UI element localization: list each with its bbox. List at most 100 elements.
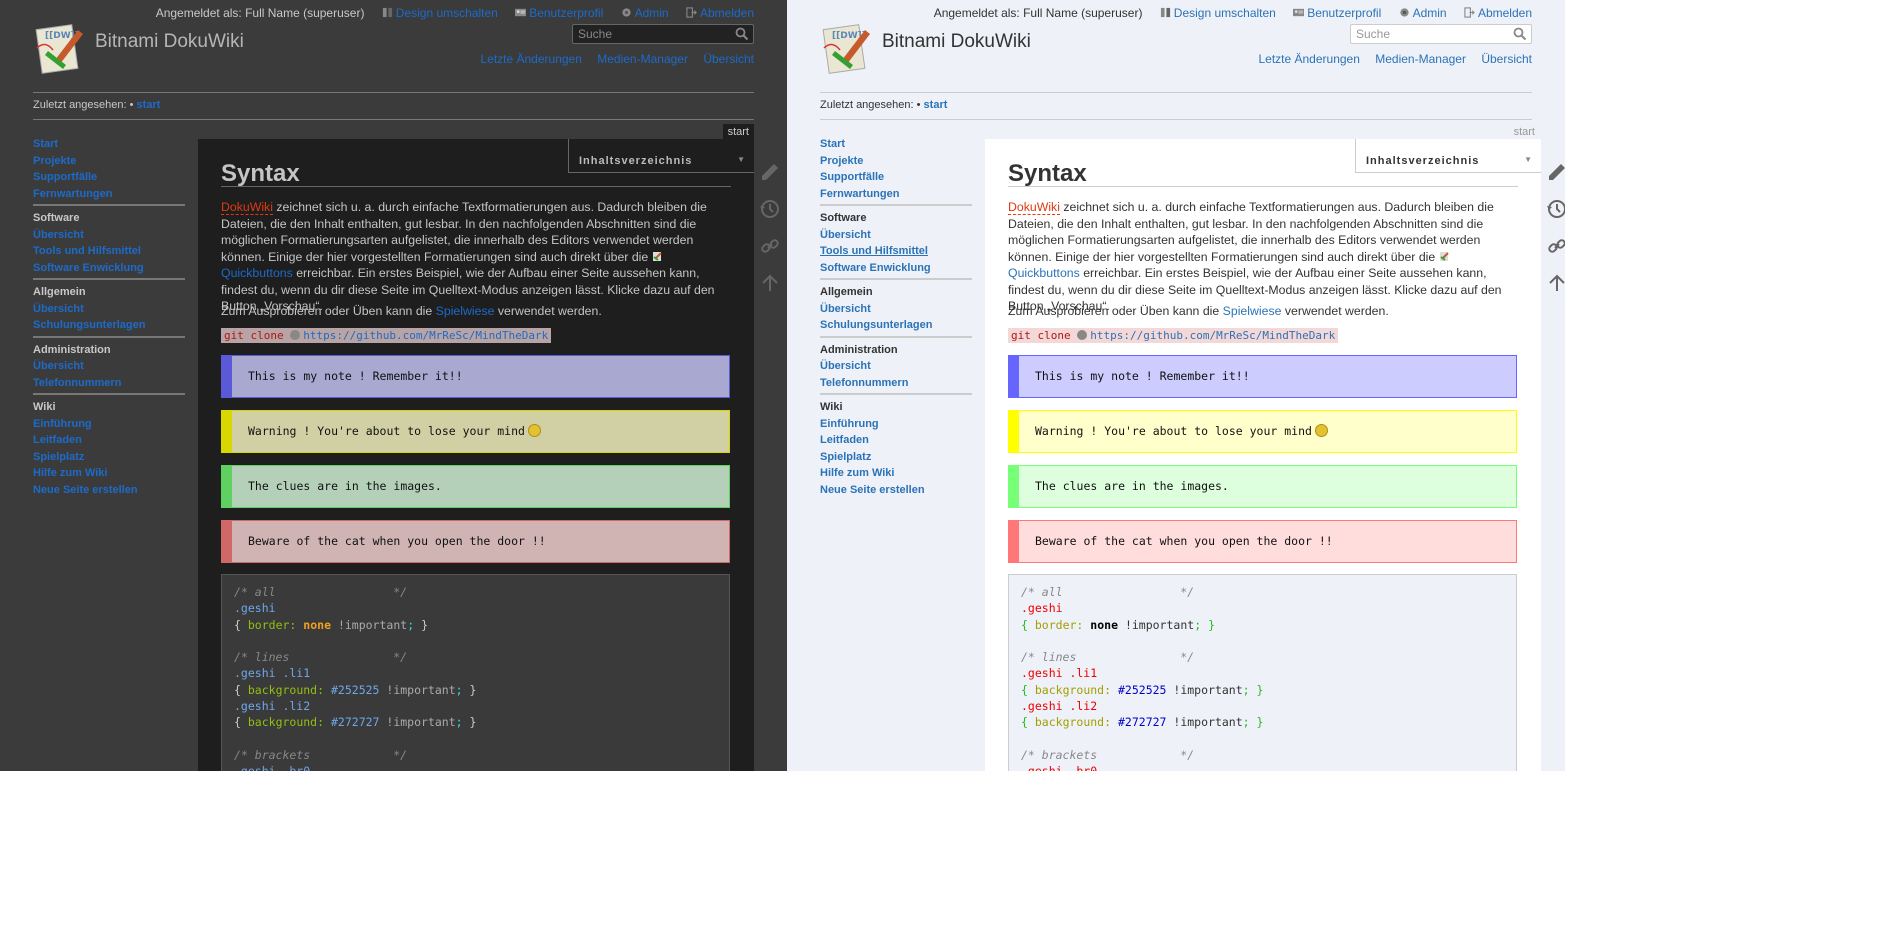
sidebar-item[interactable]: Übersicht <box>33 358 185 375</box>
search-input[interactable]: Suche <box>1350 24 1532 44</box>
sidebar-item[interactable]: Leitfaden <box>33 432 185 449</box>
sidebar-link[interactable]: Start <box>820 138 845 150</box>
sidebar-item[interactable]: Schulungsunterlagen <box>820 317 972 334</box>
history-icon[interactable] <box>1545 197 1565 221</box>
sidebar-link[interactable]: Fernwartungen <box>33 188 112 200</box>
sidebar-item[interactable]: Spielplatz <box>33 449 185 466</box>
user-tool-theme-switch[interactable]: Design umschalten <box>382 6 498 20</box>
sidebar-link[interactable]: Hilfe zum Wiki <box>33 467 107 479</box>
playground-link[interactable]: Spielwiese <box>1223 304 1282 318</box>
media-manager-link[interactable]: Medien-Manager <box>597 52 688 66</box>
sidebar-item[interactable]: Supportfälle <box>33 169 185 186</box>
user-tool-profile[interactable]: Benutzerprofil <box>515 6 603 20</box>
sidebar-link[interactable]: Leitfaden <box>33 434 82 446</box>
logout-link[interactable]: Abmelden <box>1478 6 1532 20</box>
sidebar-link[interactable]: Hilfe zum Wiki <box>820 467 894 479</box>
sidebar-link[interactable]: Tools und Hilfsmittel <box>33 245 141 257</box>
edit-icon[interactable] <box>1545 160 1565 184</box>
quickbuttons-link[interactable]: Quickbuttons <box>221 266 293 280</box>
sidebar-item[interactable]: Start <box>820 136 972 153</box>
sidebar-item[interactable]: Neue Seite erstellen <box>820 482 972 499</box>
sidebar-item[interactable]: Tools und Hilfsmittel <box>820 243 972 260</box>
sidebar-link[interactable]: Übersicht <box>820 303 871 315</box>
user-tool-admin[interactable]: Admin <box>1399 6 1447 20</box>
edit-icon[interactable] <box>758 160 782 184</box>
history-icon[interactable] <box>758 197 782 221</box>
media-manager-link[interactable]: Medien-Manager <box>1375 52 1466 66</box>
profile-link[interactable]: Benutzerprofil <box>1307 6 1381 20</box>
sidebar-item[interactable]: Einführung <box>33 416 185 433</box>
search-input[interactable]: Suche <box>572 24 754 44</box>
sidebar-item[interactable]: Hilfe zum Wiki <box>33 465 185 482</box>
dokuwiki-link[interactable]: DokuWiki <box>221 200 273 215</box>
recent-changes-link[interactable]: Letzte Änderungen <box>1258 52 1359 66</box>
sidebar-item[interactable]: Start <box>33 136 185 153</box>
sidebar-item[interactable]: Tools und Hilfsmittel <box>33 243 185 260</box>
sidebar-item[interactable]: Telefonnummern <box>820 375 972 392</box>
sitemap-link[interactable]: Übersicht <box>1481 52 1532 66</box>
sidebar-item[interactable]: Schulungsunterlagen <box>33 317 185 334</box>
sidebar-link[interactable]: Spielplatz <box>33 451 84 463</box>
admin-link[interactable]: Admin <box>635 6 669 20</box>
breadcrumb-item[interactable]: start <box>924 99 948 111</box>
sidebar-item[interactable]: Spielplatz <box>820 449 972 466</box>
toc-toggle[interactable]: Inhaltsverzeichnis ▼ <box>568 139 754 173</box>
sidebar-link[interactable]: Schulungsunterlagen <box>33 319 145 331</box>
sidebar-link[interactable]: Projekte <box>33 155 76 167</box>
sidebar-item[interactable]: Übersicht <box>33 227 185 244</box>
sidebar-link[interactable]: Tools und Hilfsmittel <box>820 245 928 257</box>
sidebar-item[interactable]: Einführung <box>820 416 972 433</box>
recent-changes-link[interactable]: Letzte Änderungen <box>480 52 581 66</box>
sidebar-item[interactable]: Software Enwicklung <box>33 260 185 277</box>
sidebar-item[interactable]: Fernwartungen <box>33 186 185 203</box>
breadcrumb-item[interactable]: start <box>137 99 161 111</box>
backlinks-icon[interactable] <box>758 234 782 258</box>
sidebar-item[interactable]: Übersicht <box>820 227 972 244</box>
user-tool-logout[interactable]: Abmelden <box>686 6 754 20</box>
sidebar-link[interactable]: Übersicht <box>820 360 871 372</box>
sidebar-item[interactable]: Projekte <box>820 153 972 170</box>
sidebar-link[interactable]: Schulungsunterlagen <box>820 319 932 331</box>
sitemap-link[interactable]: Übersicht <box>703 52 754 66</box>
sidebar-link[interactable]: Supportfälle <box>33 171 97 183</box>
back-to-top-icon[interactable] <box>1545 271 1565 295</box>
sidebar-link[interactable]: Übersicht <box>820 229 871 241</box>
search-icon[interactable] <box>735 27 749 41</box>
sidebar-link[interactable]: Fernwartungen <box>820 188 899 200</box>
sidebar-link[interactable]: Telefonnummern <box>33 377 121 389</box>
quickbuttons-link[interactable]: Quickbuttons <box>1008 266 1080 280</box>
sidebar-item[interactable]: Projekte <box>33 153 185 170</box>
sidebar-item[interactable]: Übersicht <box>33 301 185 318</box>
site-title[interactable]: Bitnami DokuWiki <box>95 31 244 53</box>
search-icon[interactable] <box>1513 27 1527 41</box>
user-tool-profile[interactable]: Benutzerprofil <box>1293 6 1381 20</box>
sidebar-link[interactable]: Neue Seite erstellen <box>33 484 138 496</box>
sidebar-item[interactable]: Übersicht <box>820 358 972 375</box>
sidebar-link[interactable]: Einführung <box>820 418 879 430</box>
design-switch-link[interactable]: Design umschalten <box>1174 6 1276 20</box>
back-to-top-icon[interactable] <box>758 271 782 295</box>
logout-link[interactable]: Abmelden <box>700 6 754 20</box>
sidebar-item[interactable]: Supportfälle <box>820 169 972 186</box>
design-switch-link[interactable]: Design umschalten <box>396 6 498 20</box>
user-tool-theme-switch[interactable]: Design umschalten <box>1160 6 1276 20</box>
backlinks-icon[interactable] <box>1545 234 1565 258</box>
sidebar-item[interactable]: Leitfaden <box>820 432 972 449</box>
sidebar-link[interactable]: Einführung <box>33 418 92 430</box>
dokuwiki-link[interactable]: DokuWiki <box>1008 200 1060 215</box>
sidebar-link[interactable]: Telefonnummern <box>820 377 908 389</box>
sidebar-link[interactable]: Supportfälle <box>820 171 884 183</box>
site-title[interactable]: Bitnami DokuWiki <box>882 31 1031 53</box>
sidebar-item[interactable]: Hilfe zum Wiki <box>820 465 972 482</box>
sidebar-item[interactable]: Telefonnummern <box>33 375 185 392</box>
sidebar-link[interactable]: Übersicht <box>33 360 84 372</box>
toc-toggle[interactable]: Inhaltsverzeichnis ▼ <box>1355 139 1541 173</box>
sidebar-item[interactable]: Neue Seite erstellen <box>33 482 185 499</box>
sidebar-link[interactable]: Übersicht <box>33 229 84 241</box>
admin-link[interactable]: Admin <box>1413 6 1447 20</box>
sidebar-item[interactable]: Fernwartungen <box>820 186 972 203</box>
github-url-link[interactable]: https://github.com/MrReSc/MindTheDark <box>303 329 548 342</box>
user-tool-logout[interactable]: Abmelden <box>1464 6 1532 20</box>
user-tool-admin[interactable]: Admin <box>621 6 669 20</box>
sidebar-link[interactable]: Projekte <box>820 155 863 167</box>
